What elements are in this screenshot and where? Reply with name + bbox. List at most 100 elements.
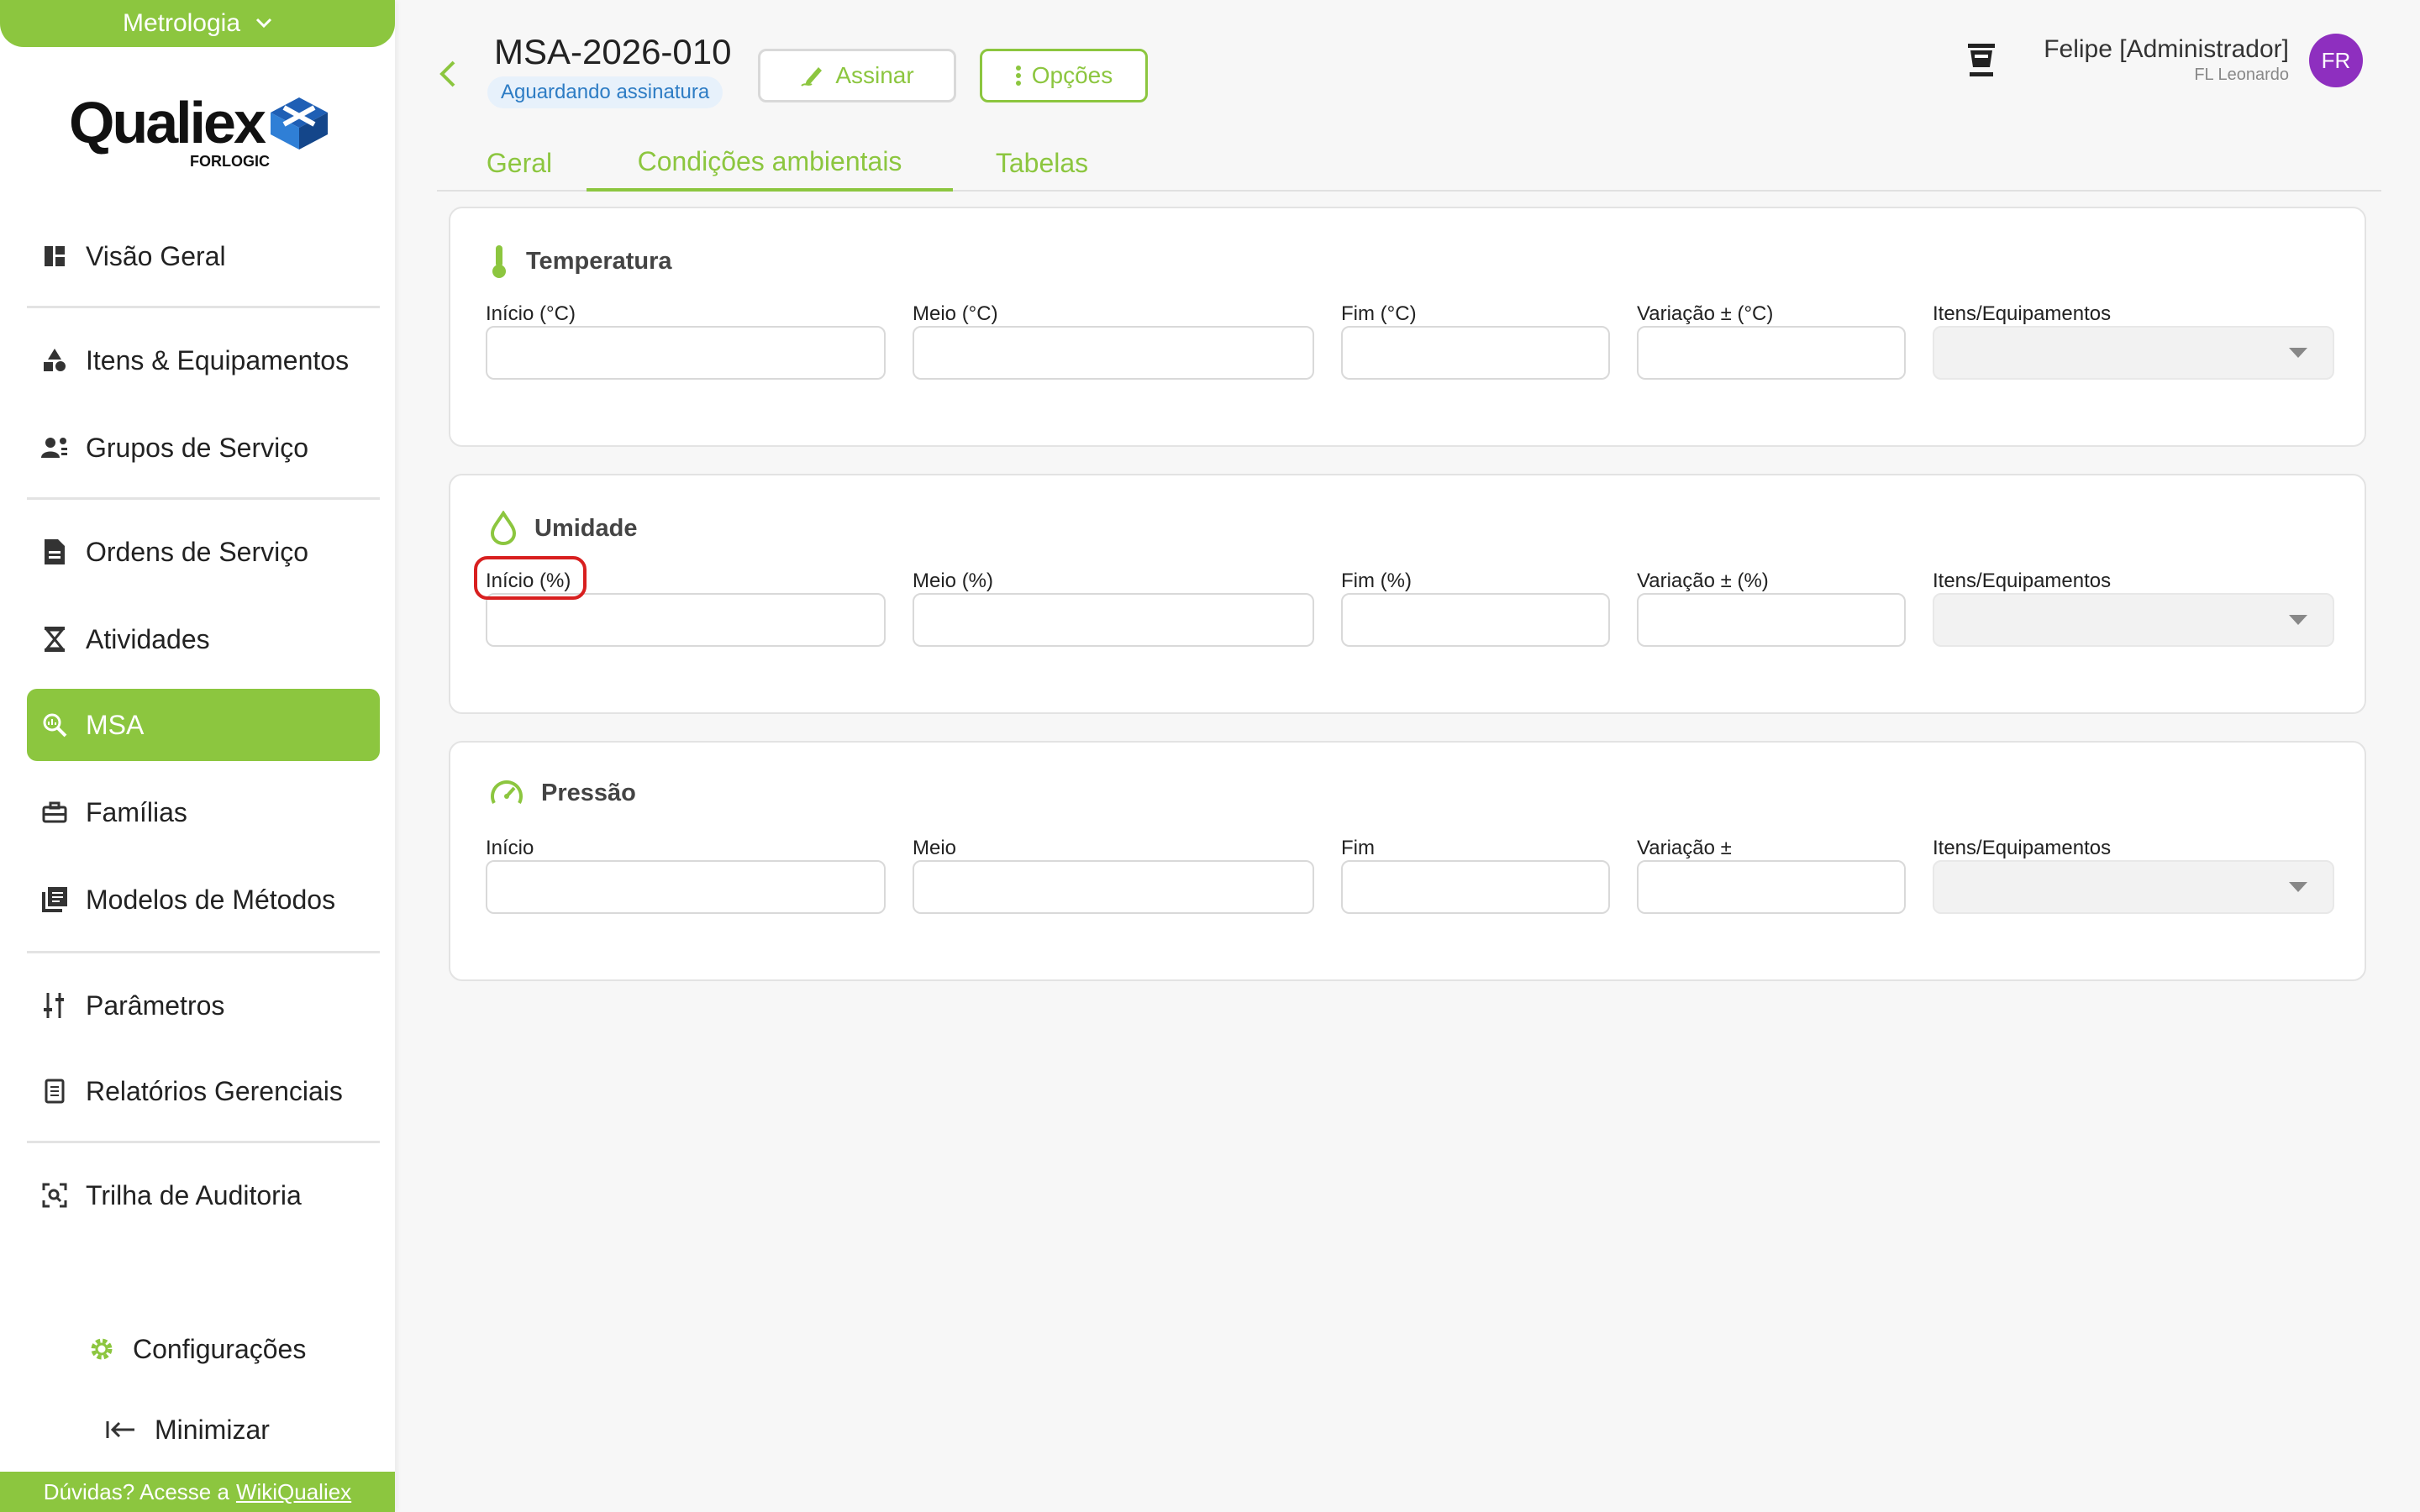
pressure-middle-input[interactable] <box>913 860 1314 914</box>
sign-label: Assinar <box>835 62 914 88</box>
sidebar-item-label: Visão Geral <box>86 240 226 271</box>
sidebar-item-atividades[interactable]: Atividades <box>27 603 380 675</box>
divider <box>27 497 380 500</box>
options-button[interactable]: Opções <box>980 49 1148 102</box>
divider <box>27 306 380 308</box>
divider <box>27 951 380 953</box>
minimize-button[interactable]: Minimizar <box>106 1404 270 1455</box>
sidebar-item-grupos-servico[interactable]: Grupos de Serviço <box>27 412 380 484</box>
logo-mark-icon <box>271 97 328 150</box>
page-title: MSA-2026-010 <box>494 32 732 71</box>
wikiqualiex-link[interactable]: WikiQualiex <box>236 1479 351 1505</box>
thermometer-icon <box>492 245 506 278</box>
temperature-middle-input[interactable] <box>913 326 1314 380</box>
caret-down-icon <box>2289 348 2307 358</box>
pressure-card: Pressão Início Meio Fim Variação ± Itens… <box>449 741 2366 981</box>
temperature-variation-input[interactable] <box>1637 326 1906 380</box>
sidebar-item-trilha-auditoria[interactable]: Trilha de Auditoria <box>27 1159 380 1231</box>
coffee-cup-icon <box>1968 44 1995 76</box>
sidebar-item-relatorios[interactable]: Relatórios Gerenciais <box>27 1055 380 1127</box>
humidity-start-input[interactable] <box>486 593 886 647</box>
field-label: Início <box>486 837 534 859</box>
sidebar-item-msa[interactable]: MSA <box>27 689 380 761</box>
temperature-end-input[interactable] <box>1341 326 1610 380</box>
field-label: Itens/Equipamentos <box>1933 302 2112 325</box>
field-label: Meio <box>913 837 957 859</box>
sidebar-item-label: Famílias <box>86 796 187 827</box>
sliders-icon <box>40 991 69 1020</box>
sidebar-item-visao-geral[interactable]: Visão Geral <box>27 220 380 292</box>
shapes-icon <box>40 346 69 375</box>
avatar[interactable]: FR <box>2309 34 2363 87</box>
gauge-icon <box>491 780 523 804</box>
coffee-break-button[interactable] <box>1965 40 1998 83</box>
help-bar: Dúvidas? Acesse a WikiQualiex <box>0 1472 395 1512</box>
settings-button[interactable]: Configurações <box>89 1324 306 1374</box>
sidebar-item-label: Atividades <box>86 623 210 654</box>
user-organization: FL Leonardo <box>2194 66 2289 84</box>
card-header: Temperatura <box>489 244 672 279</box>
sidebar-item-itens-equipamentos[interactable]: Itens & Equipamentos <box>27 324 380 396</box>
field-label: Variação ± <box>1637 837 1732 859</box>
tab-condicoes-ambientais[interactable]: Condições ambientais <box>587 134 953 192</box>
pressure-variation-input[interactable] <box>1637 860 1906 914</box>
sidebar-item-label: Parâmetros <box>86 990 225 1021</box>
divider <box>27 1141 380 1143</box>
card-header: Pressão <box>489 778 636 808</box>
temperature-card: Temperatura Início (°C) Meio (°C) Fim (°… <box>449 207 2366 447</box>
pressure-equipment-select[interactable] <box>1933 860 2334 914</box>
field-label: Itens/Equipamentos <box>1933 837 2112 859</box>
sidebar: Metrologia Qualiex FORLOGIC Visão Geral … <box>0 0 395 1512</box>
module-label: Metrologia <box>122 9 241 37</box>
field-label: Variação ± (%) <box>1637 570 1769 592</box>
tab-geral[interactable]: Geral <box>476 134 563 192</box>
field-label: Início (%) <box>486 570 571 592</box>
card-header: Umidade <box>489 511 637 546</box>
signature-pen-icon <box>801 67 823 87</box>
report-icon <box>40 1077 69 1105</box>
droplet-icon <box>490 511 517 546</box>
humidity-card: Umidade Início (%) Meio (%) Fim (%) Vari… <box>449 474 2366 714</box>
temperature-start-input[interactable] <box>486 326 886 380</box>
temperature-equipment-select[interactable] <box>1933 326 2334 380</box>
audit-icon <box>40 1181 69 1210</box>
help-text: Dúvidas? Acesse a <box>43 1478 229 1504</box>
module-switcher[interactable]: Metrologia <box>0 0 395 47</box>
sidebar-item-familias[interactable]: Famílias <box>27 776 380 848</box>
hourglass-icon <box>40 625 69 654</box>
sidebar-item-modelos-metodos[interactable]: Modelos de Métodos <box>27 864 380 936</box>
back-button[interactable] <box>437 59 457 93</box>
logo-sub: FORLOGIC <box>190 153 270 170</box>
chevron-down-icon <box>255 18 272 29</box>
sidebar-item-parametros[interactable]: Parâmetros <box>27 969 380 1042</box>
sidebar-item-label: Grupos de Serviço <box>86 432 309 463</box>
sidebar-item-label: Ordens de Serviço <box>86 536 309 567</box>
user-name: Felipe [Administrador] <box>2044 35 2289 63</box>
pressure-start-input[interactable] <box>486 860 886 914</box>
sidebar-item-ordens-servico[interactable]: Ordens de Serviço <box>27 516 380 588</box>
humidity-variation-input[interactable] <box>1637 593 1906 647</box>
status-badge: Aguardando assinatura <box>487 76 723 108</box>
toolbox-icon <box>40 798 69 827</box>
caret-down-icon <box>2289 615 2307 625</box>
field-label: Fim (%) <box>1341 570 1412 592</box>
dashboard-icon <box>40 242 69 270</box>
more-vertical-icon <box>1015 66 1021 86</box>
sidebar-item-label: Relatórios Gerenciais <box>86 1075 343 1106</box>
field-label: Variação ± (°C) <box>1637 302 1774 325</box>
magnifier-icon <box>40 711 69 739</box>
sign-button[interactable]: Assinar <box>758 49 956 102</box>
sidebar-item-label: Itens & Equipamentos <box>86 344 350 375</box>
field-label: Meio (%) <box>913 570 994 592</box>
humidity-middle-input[interactable] <box>913 593 1314 647</box>
qualiex-logo: Qualiex FORLOGIC <box>69 89 329 173</box>
humidity-end-input[interactable] <box>1341 593 1610 647</box>
field-label: Meio (°C) <box>913 302 998 325</box>
sidebar-item-label: MSA <box>86 709 145 740</box>
field-label: Início (°C) <box>486 302 576 325</box>
pressure-end-input[interactable] <box>1341 860 1610 914</box>
tab-tabelas[interactable]: Tabelas <box>975 134 1109 192</box>
settings-label: Configurações <box>133 1333 307 1364</box>
humidity-equipment-select[interactable] <box>1933 593 2334 647</box>
minimize-label: Minimizar <box>155 1414 270 1445</box>
